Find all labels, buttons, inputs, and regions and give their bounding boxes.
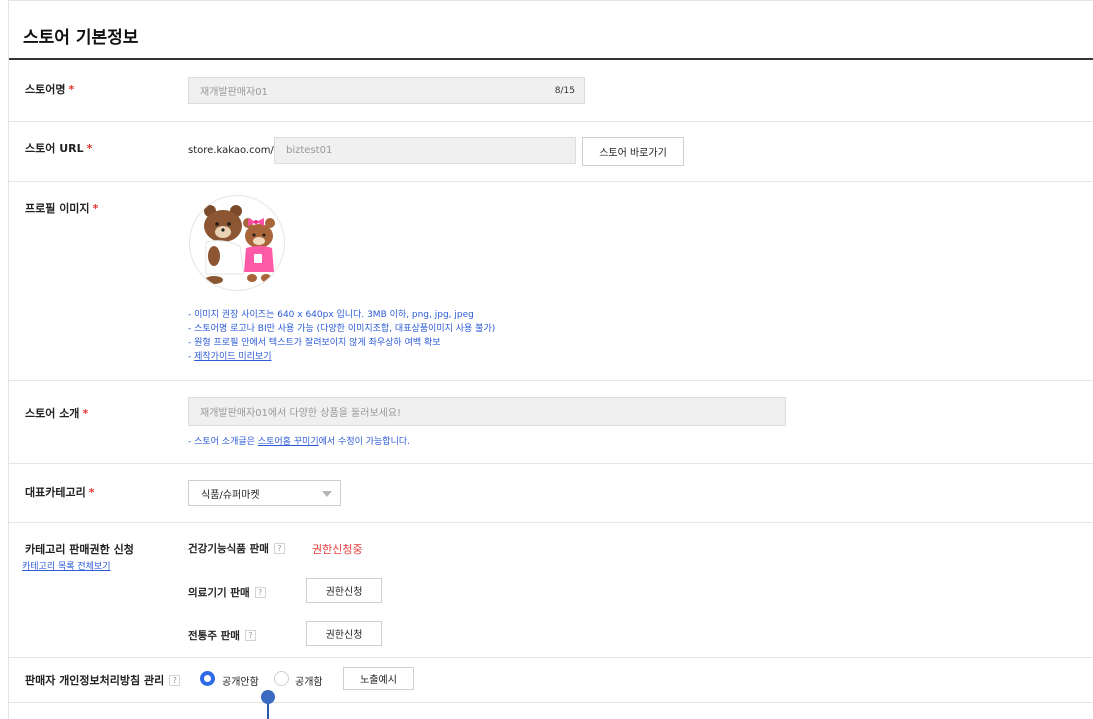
store-name-value: 재개발판매자01 xyxy=(200,87,268,98)
store-intro-label-text: 스토어 소개 xyxy=(25,407,80,420)
intro-note-prefix: - 스토어 소개글은 xyxy=(188,437,258,447)
traditional-liquor-name: 전통주 판매 xyxy=(188,630,240,642)
row-divider xyxy=(9,702,1093,703)
required-mark: * xyxy=(68,83,75,96)
medical-device-name: 의료기기 판매 xyxy=(188,587,250,599)
radio-private-label[interactable]: 공개안함 xyxy=(222,673,259,688)
profile-avatar[interactable] xyxy=(189,195,285,291)
privacy-policy-label-text: 판매자 개인정보처리방침 관리 xyxy=(25,674,165,687)
medical-device-permission-label: 의료기기 판매? xyxy=(188,585,266,600)
radio-public-label[interactable]: 공개함 xyxy=(295,673,323,688)
store-intro-note: - 스토어 소개글은 스토어홈 꾸미기에서 수정이 가능합니다. xyxy=(188,434,410,447)
category-permission-label: 카테고리 판매권한 신청 xyxy=(25,543,134,556)
store-url-field[interactable]: biztest01 xyxy=(274,137,576,164)
profile-image-label-text: 프로필 이미지 xyxy=(25,202,90,215)
category-label-text: 대표카테고리 xyxy=(25,486,86,499)
category-select[interactable]: 식품/슈퍼마켓 xyxy=(188,480,341,506)
required-mark: * xyxy=(86,142,93,155)
store-name-counter: 8/15 xyxy=(554,85,575,96)
store-intro-field[interactable]: 재개발판매자01에서 다양한 상품을 둘러보세요! xyxy=(188,397,786,426)
profile-image-label: 프로필 이미지 * xyxy=(25,200,98,216)
profile-note-logo: - 스토어명 로고나 BI만 사용 가능 (다양한 이미지조합, 대표상품이미지… xyxy=(188,324,496,334)
store-home-decorate-link[interactable]: 스토어홈 꾸미기 xyxy=(258,437,319,447)
store-basic-info-page: 스토어 기본정보 스토어명 * 재개발판매자01 8/15 스토어 URL * st… xyxy=(8,0,1093,719)
radio-private[interactable] xyxy=(200,671,215,686)
category-label: 대표카테고리 * xyxy=(25,484,95,500)
intro-note-suffix: 에서 수정이 가능합니다. xyxy=(318,437,411,447)
store-intro-label: 스토어 소개 * xyxy=(25,405,88,421)
row-divider xyxy=(9,380,1093,381)
traditional-liquor-request-button[interactable]: 권한신청 xyxy=(306,621,382,646)
row-divider xyxy=(9,522,1093,523)
health-food-permission-label: 건강기능식품 판매? xyxy=(188,541,285,556)
health-food-status: 권한신청중 xyxy=(312,543,363,556)
row-divider xyxy=(9,181,1093,182)
required-mark: * xyxy=(92,202,99,215)
traditional-liquor-permission-label: 전통주 판매? xyxy=(188,628,256,643)
category-list-link[interactable]: 카테고리 목록 전체보기 xyxy=(22,559,111,572)
guide-preview-link[interactable]: 제작가이드 미리보기 xyxy=(194,352,271,362)
chevron-down-icon xyxy=(322,491,332,497)
profile-note-guide: - 제작가이드 미리보기 xyxy=(188,350,495,364)
radio-public[interactable] xyxy=(274,671,289,686)
help-icon[interactable]: ? xyxy=(273,543,285,554)
row-divider xyxy=(9,657,1093,658)
privacy-policy-label: 판매자 개인정보처리방침 관리? xyxy=(25,672,181,688)
bear-characters-image xyxy=(204,205,275,284)
profile-note-size: - 이미지 권장 사이즈는 640 x 640px 입니다. 3MB 이하, p… xyxy=(188,310,474,320)
help-icon[interactable]: ? xyxy=(254,587,266,598)
category-selected-value: 식품/슈퍼마켓 xyxy=(201,489,260,501)
required-mark: * xyxy=(82,407,89,420)
store-go-button[interactable]: 스토어 바로가기 xyxy=(582,137,684,166)
help-icon[interactable]: ? xyxy=(244,630,256,641)
store-name-label-text: 스토어명 xyxy=(25,83,66,96)
store-name-label: 스토어명 * xyxy=(25,81,74,97)
section-title: 스토어 기본정보 xyxy=(23,28,139,48)
row-divider xyxy=(9,463,1093,464)
store-url-prefix: store.kakao.com/ xyxy=(188,145,274,156)
title-divider xyxy=(9,58,1093,60)
store-name-field[interactable]: 재개발판매자01 8/15 xyxy=(188,77,585,104)
help-icon[interactable]: ? xyxy=(169,675,181,686)
profile-note-margin: - 원형 프로필 안에서 텍스트가 잘려보이지 않게 좌우상하 여백 확보 xyxy=(188,338,441,348)
medical-device-request-button[interactable]: 권한신청 xyxy=(306,578,382,603)
pointer-cursor-icon xyxy=(261,690,275,704)
store-url-value: biztest01 xyxy=(286,145,333,156)
store-intro-value: 재개발판매자01에서 다양한 상품을 둘러보세요! xyxy=(200,408,402,419)
store-url-label: 스토어 URL * xyxy=(25,140,92,156)
health-food-name: 건강기능식품 판매 xyxy=(188,543,269,555)
required-mark: * xyxy=(88,486,95,499)
row-divider xyxy=(9,121,1093,122)
profile-image-notes: - 이미지 권장 사이즈는 640 x 640px 입니다. 3MB 이하, p… xyxy=(188,308,495,364)
store-url-label-text: 스토어 URL xyxy=(25,142,84,155)
example-preview-button[interactable]: 노출예시 xyxy=(343,667,414,690)
